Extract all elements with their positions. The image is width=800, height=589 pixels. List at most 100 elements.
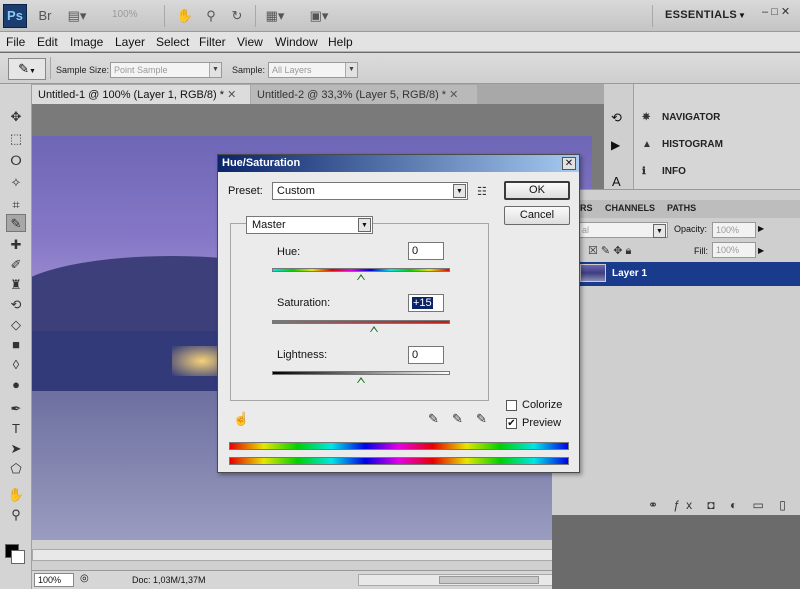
targeted-adjustment-icon[interactable]: ☝ (233, 411, 249, 427)
hand-tool-icon[interactable]: ✋ (174, 7, 196, 25)
scroll-thumb[interactable] (439, 576, 539, 584)
saturation-slider-thumb[interactable] (370, 326, 379, 332)
type-tool-icon[interactable]: T (6, 420, 26, 438)
colorize-checkbox[interactable] (506, 400, 517, 411)
lightness-slider-thumb[interactable] (357, 377, 365, 383)
zoom-tool-icon[interactable]: ⚲ (200, 7, 222, 25)
hand-tool-icon[interactable]: ✋ (6, 486, 26, 504)
rotate-view-icon[interactable]: ↻ (226, 7, 248, 25)
path-selection-tool-icon[interactable]: ➤ (6, 440, 26, 458)
chevron-down-icon: ▼ (653, 224, 666, 238)
layer-name[interactable]: Layer 1 (612, 268, 647, 279)
sample-select[interactable]: All Layers ▼ (268, 62, 358, 78)
view-extras-icon[interactable]: ▤▾ (66, 7, 88, 25)
bridge-icon[interactable]: Br (34, 7, 56, 25)
move-tool-icon[interactable]: ✥ (6, 108, 26, 126)
lightness-slider-track[interactable] (272, 371, 450, 375)
horizontal-scrollbar[interactable] (32, 540, 604, 570)
close-icon[interactable]: ✕ (449, 89, 458, 101)
cancel-button[interactable]: Cancel (504, 206, 570, 225)
menu-filter[interactable]: Filter (199, 35, 226, 49)
preset-options-icon[interactable]: ☷ (477, 185, 487, 198)
preset-select[interactable]: Custom ▼ (272, 182, 468, 200)
menu-select[interactable]: Select (156, 35, 189, 49)
shape-tool-icon[interactable]: ⬠ (6, 460, 26, 478)
eraser-tool-icon[interactable]: ◇ (6, 316, 26, 334)
quick-selection-tool-icon[interactable]: ✧ (6, 174, 26, 192)
zoom-field[interactable]: 100% (34, 573, 74, 587)
tab-untitled-1[interactable]: Untitled-1 @ 100% (Layer 1, RGB/8) * ✕ (32, 85, 250, 104)
clone-stamp-tool-icon[interactable]: ♜ (6, 276, 26, 294)
saturation-slider-track[interactable] (272, 320, 450, 324)
opacity-field[interactable]: 100% (712, 222, 756, 238)
marquee-tool-icon[interactable]: ⬚ (6, 130, 26, 148)
gradient-tool-icon[interactable]: ■ (6, 336, 26, 354)
history-brush-tool-icon[interactable]: ⟲ (6, 296, 26, 314)
chevron-down-icon: ▼ (453, 184, 466, 198)
spot-healing-tool-icon[interactable]: ✚ (6, 236, 26, 254)
zoom-tool-icon[interactable]: ⚲ (6, 506, 26, 524)
tab-untitled-2[interactable]: Untitled-2 @ 33,3% (Layer 5, RGB/8) * ✕ (251, 85, 477, 104)
layer-row[interactable]: Layer 1 (578, 262, 800, 286)
scroll-track[interactable] (32, 549, 592, 561)
preview-checkbox[interactable]: ✔ (506, 418, 517, 429)
chevron-right-icon[interactable]: ▶ (758, 246, 764, 255)
sample-size-value: Point Sample (114, 65, 168, 75)
tool-preset-picker[interactable]: ✎▼ (8, 58, 46, 80)
character-panel-icon[interactable]: A (612, 174, 621, 189)
lock-icons[interactable]: ☒ ✎ ✥ 🔒︎ (588, 244, 631, 258)
fill-field[interactable]: 100% (712, 242, 756, 258)
layer-actions[interactable]: ⚭ ƒx ◘ ◐ ▭ ▯ (648, 498, 792, 512)
zoom-level-display[interactable]: 100% (112, 9, 138, 20)
sample-value: All Layers (272, 65, 312, 75)
background-color-swatch[interactable] (11, 550, 25, 564)
hue-slider-track[interactable] (272, 268, 450, 272)
dialog-title[interactable]: Hue/Saturation (218, 155, 579, 172)
ok-button[interactable]: OK (504, 181, 570, 200)
actions-panel-icon[interactable]: ▶ (611, 138, 620, 152)
eyedropper-plus-icon[interactable]: ✎ (452, 411, 463, 427)
history-panel-icon[interactable]: ⟲ (611, 110, 622, 126)
status-info-icon[interactable]: ◎ (80, 573, 89, 584)
lasso-tool-icon[interactable]: ⵔ (6, 152, 26, 170)
blend-mode-select[interactable]: al ▼ (578, 222, 668, 238)
close-button[interactable]: ✕ (562, 157, 576, 170)
menu-help[interactable]: Help (328, 35, 353, 49)
blur-tool-icon[interactable]: ◊ (6, 356, 26, 374)
menu-edit[interactable]: Edit (37, 35, 58, 49)
tab-layers[interactable]: RS (580, 203, 593, 213)
panel-histogram[interactable]: ▲ HISTOGRAM (642, 139, 723, 150)
preset-value: Custom (277, 185, 315, 197)
tab-channels[interactable]: CHANNELS (605, 203, 655, 213)
hue-slider-thumb[interactable] (357, 274, 365, 280)
tab-paths[interactable]: PATHS (667, 203, 696, 213)
edit-channel-select[interactable]: Master ▼ (246, 216, 373, 234)
saturation-value: +15 (412, 297, 433, 309)
workspace-switcher[interactable]: ESSENTIALS (665, 9, 737, 21)
menu-window[interactable]: Window (275, 35, 318, 49)
panel-navigator[interactable]: ✵ NAVIGATOR (642, 112, 720, 123)
menu-image[interactable]: Image (70, 35, 103, 49)
chevron-down-icon[interactable]: ▼ (738, 11, 746, 20)
dodge-tool-icon[interactable]: ● (6, 376, 26, 394)
chevron-right-icon[interactable]: ▶ (758, 224, 764, 233)
menu-layer[interactable]: Layer (115, 35, 145, 49)
hue-field[interactable]: 0 (408, 242, 444, 260)
sample-size-select[interactable]: Point Sample ▼ (110, 62, 222, 78)
panel-label: NAVIGATOR (662, 112, 721, 123)
menu-view[interactable]: View (237, 35, 263, 49)
lightness-field[interactable]: 0 (408, 346, 444, 364)
saturation-field[interactable]: +15 (408, 294, 444, 312)
panel-info[interactable]: ℹ INFO (642, 166, 686, 177)
arrange-documents-icon[interactable]: ▦▾ (264, 7, 286, 25)
brush-tool-icon[interactable]: ✐ (6, 256, 26, 274)
crop-tool-icon[interactable]: ⌗ (6, 196, 26, 214)
eyedropper-icon[interactable]: ✎ (428, 411, 439, 427)
close-icon[interactable]: ✕ (227, 89, 236, 101)
eyedropper-minus-icon[interactable]: ✎ (476, 411, 487, 427)
window-controls[interactable]: – □ ✕ (762, 5, 790, 18)
eyedropper-tool-icon[interactable]: ✎ (6, 214, 26, 232)
pen-tool-icon[interactable]: ✒ (6, 400, 26, 418)
screen-mode-icon[interactable]: ▣▾ (308, 7, 330, 25)
menu-file[interactable]: File (6, 35, 25, 49)
